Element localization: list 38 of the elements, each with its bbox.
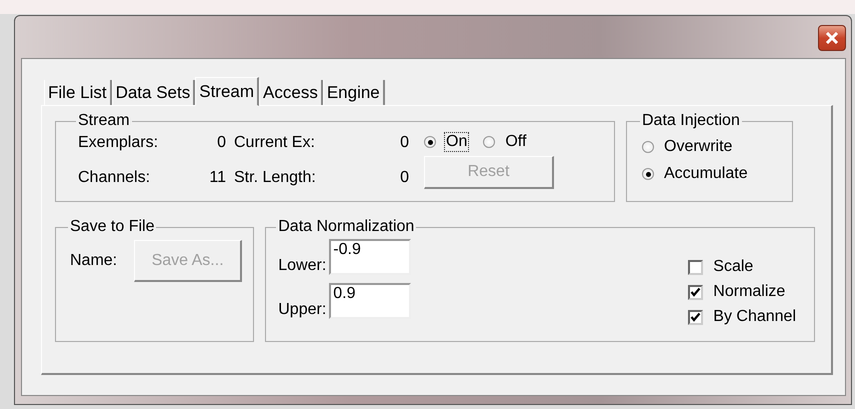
- stat-label: Channels:: [78, 169, 152, 188]
- tab[interactable]: Access: [259, 80, 323, 105]
- radio-label: Off: [504, 132, 528, 152]
- stat-label: Str. Length:: [234, 169, 317, 188]
- name-label: Name:: [70, 252, 118, 270]
- field-label: Lower:: [278, 257, 326, 275]
- checkbox-label: Scale: [713, 258, 754, 276]
- group-title: Save to File: [69, 218, 156, 236]
- stat-value: 0: [399, 169, 410, 188]
- radio-label: Accumulate: [663, 164, 749, 184]
- checkbox-label: By Channel: [713, 308, 796, 326]
- stat-value: 11: [208, 169, 227, 188]
- checkbox[interactable]: [688, 310, 704, 324]
- tab[interactable]: File List: [44, 80, 112, 105]
- group-title: Data Injection: [641, 112, 741, 130]
- input-field[interactable]: 0.9: [329, 283, 412, 319]
- tab[interactable]: Engine: [322, 80, 385, 105]
- input-field[interactable]: -0.9: [329, 239, 412, 275]
- group-title: Stream: [77, 112, 131, 130]
- stat-value: 0: [216, 134, 227, 153]
- tab[interactable]: Stream: [195, 77, 260, 106]
- tab[interactable]: Data Sets: [112, 80, 196, 105]
- checkbox[interactable]: [688, 260, 704, 274]
- close-button[interactable]: [818, 25, 846, 51]
- stat-value: 0: [399, 134, 410, 153]
- radio-button[interactable]: [483, 136, 496, 148]
- radio-button[interactable]: [642, 141, 654, 153]
- stat-label: Exemplars:: [78, 134, 160, 153]
- radio-button[interactable]: [642, 168, 654, 180]
- group-title: Data Normalization: [277, 218, 416, 236]
- radio-label: Overwrite: [663, 137, 734, 157]
- radio-label: On: [444, 132, 470, 152]
- stat-label: Current Ex:: [234, 134, 316, 153]
- checkbox-label: Normalize: [713, 283, 786, 301]
- field-label: Upper:: [278, 301, 326, 319]
- checkbox[interactable]: [688, 284, 704, 300]
- radio-button[interactable]: [424, 136, 436, 148]
- close-icon: [825, 32, 839, 44]
